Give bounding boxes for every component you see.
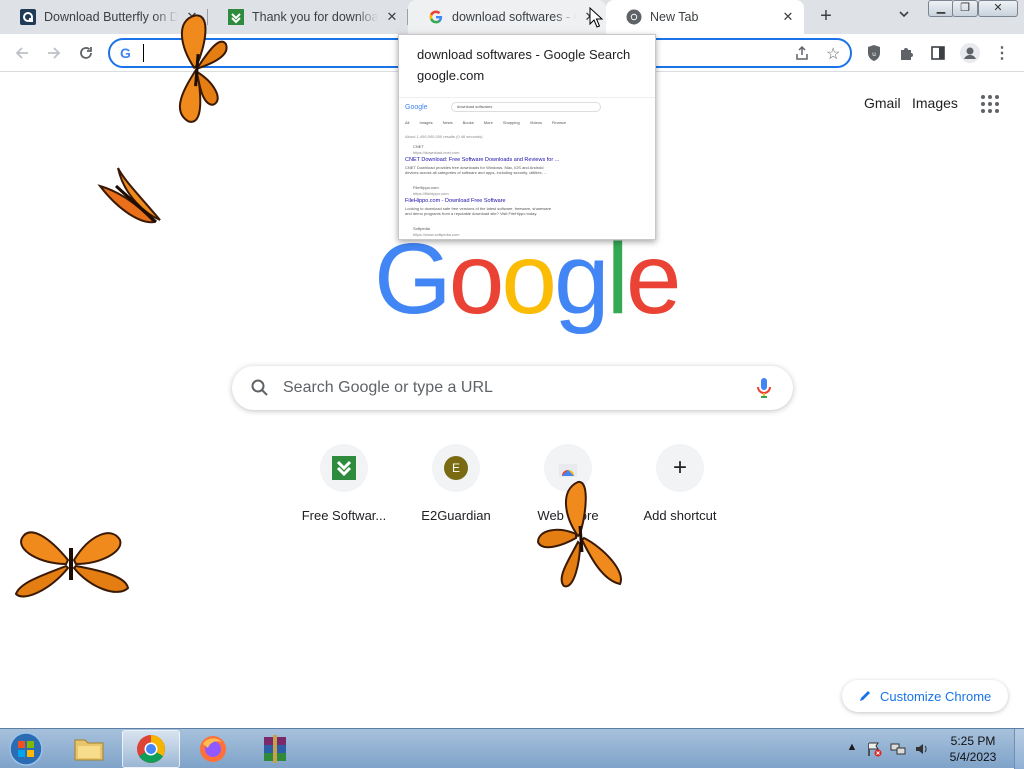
shortcut-label: Free Softwar... <box>301 508 387 523</box>
shortcut-free-software[interactable]: Free Softwar... <box>288 444 400 532</box>
preview-google-logo: Google <box>405 104 428 111</box>
preview-result-site: FileHippo.com <box>413 185 439 190</box>
preview-result-url: https://download.cnet.com <box>413 150 460 155</box>
back-button[interactable] <box>10 41 34 65</box>
side-panel-icon[interactable] <box>926 41 950 65</box>
google-apps-grid-icon[interactable] <box>981 95 999 113</box>
preview-stats: About 1,490,000,000 results (0.46 second… <box>405 134 483 139</box>
tab-thank-you[interactable]: Thank you for downloading ✕ <box>208 0 408 34</box>
windows-taskbar: ▲ 5:25 PM 5/4/2023 <box>0 728 1024 769</box>
butterfly-icon <box>97 167 161 224</box>
search-input[interactable] <box>283 377 743 399</box>
reload-icon <box>80 47 92 59</box>
preview-result-url: https://filehippo.com <box>413 191 449 196</box>
shortcut-label: E2Guardian <box>421 508 491 523</box>
tab-title: New Tab <box>650 10 699 24</box>
preview-result-title: CNET Download: Free Software Downloads a… <box>405 157 560 163</box>
winrar-icon <box>264 735 286 763</box>
tab-new-tab[interactable]: New Tab ✕ <box>606 0 804 34</box>
chrome-icon <box>626 9 642 25</box>
shortcut-add[interactable]: + Add shortcut <box>624 444 736 532</box>
google-g-icon: G <box>120 45 131 61</box>
tab-strip: Download Butterfly on Desktop ✕ Thank yo… <box>0 0 1024 34</box>
taskbar-explorer[interactable] <box>60 730 118 768</box>
letter-avatar-icon: E <box>444 456 468 480</box>
start-button[interactable] <box>4 730 48 768</box>
tab-preview-thumbnail: Google download softwares All Images News B… <box>399 97 655 239</box>
system-tray: ▲ 5:25 PM 5/4/2023 <box>838 729 1024 769</box>
butterfly-icon <box>536 481 622 588</box>
google-chrome-icon <box>137 735 165 763</box>
hover-card-title: download softwares - Google Search <box>417 47 631 62</box>
mouse-cursor-icon <box>589 7 603 28</box>
tab-search-chevron-icon[interactable] <box>894 7 914 27</box>
minimize-button[interactable]: ▁ <box>928 0 954 17</box>
google-logo: Google <box>374 224 681 334</box>
reload-button[interactable] <box>74 41 98 65</box>
green-download-icon <box>332 456 356 480</box>
show-desktop-button[interactable] <box>1014 729 1024 769</box>
clock-time: 5:25 PM <box>950 734 996 748</box>
butterfly-icon <box>178 14 228 123</box>
firefox-icon <box>200 736 226 762</box>
preview-result-site: Softpedia <box>413 226 430 231</box>
hover-card-domain: google.com <box>417 68 485 83</box>
plus-icon: + <box>672 454 687 481</box>
forward-button[interactable] <box>42 41 66 65</box>
arrow-right-icon <box>48 47 61 59</box>
windows-logo-icon <box>9 732 43 766</box>
search-icon <box>251 379 268 396</box>
close-tab-icon[interactable]: ✕ <box>384 9 400 25</box>
folder-icon <box>74 739 104 761</box>
search-box[interactable] <box>232 366 793 410</box>
preview-filters: All Images News Books More Shopping Videos Fina… <box>405 120 567 125</box>
tab-title: download softwares - Google Search <box>452 10 576 24</box>
images-link[interactable]: Images <box>912 95 958 111</box>
taskbar-winrar[interactable] <box>246 730 304 768</box>
preview-query: download softwares <box>457 104 493 109</box>
shortcut-e2guardian[interactable]: E E2Guardian <box>400 444 512 532</box>
ublock-extension-icon[interactable]: u <box>862 41 886 65</box>
menu-kebab-icon[interactable]: ⋮ <box>990 41 1014 65</box>
bookmark-star-icon[interactable]: ☆ <box>826 44 840 64</box>
preview-result-snippet: Looking to download safe free versions o… <box>405 206 552 216</box>
taskbar-firefox[interactable] <box>184 730 242 768</box>
restore-button[interactable]: ❐ <box>952 0 978 17</box>
gmail-link[interactable]: Gmail <box>864 95 901 111</box>
clock-date: 5/4/2023 <box>949 750 997 764</box>
network-icon[interactable] <box>890 741 906 757</box>
close-window-button[interactable]: ✕ <box>978 0 1018 17</box>
profile-avatar-icon[interactable] <box>958 41 982 65</box>
preview-result-url: https://www.softpedia.com <box>413 232 460 237</box>
new-tab-button[interactable]: + <box>814 5 838 29</box>
preview-result-snippet: CNET Download provides free downloads fo… <box>405 165 547 175</box>
share-icon[interactable] <box>794 45 810 66</box>
svg-text:u: u <box>872 51 876 58</box>
close-tab-icon[interactable]: ✕ <box>780 9 796 25</box>
butterfly-icon <box>14 531 130 598</box>
volume-icon[interactable] <box>914 741 930 757</box>
taskbar-chrome[interactable] <box>122 730 180 768</box>
system-clock[interactable]: 5:25 PM 5/4/2023 <box>938 733 1008 765</box>
customize-label: Customize Chrome <box>880 688 992 704</box>
show-hidden-icons-chevron-icon[interactable]: ▲ <box>844 741 860 757</box>
tab-google-search[interactable]: download softwares - Google Search ✕ <box>408 0 606 34</box>
arrow-left-icon <box>15 47 28 59</box>
microphone-icon[interactable] <box>754 376 774 400</box>
preview-result-site: CNET <box>413 144 424 149</box>
tab-title: Thank you for downloading <box>252 10 378 24</box>
shortcut-label: Add shortcut <box>643 508 717 523</box>
tab-hover-card: download softwares - Google Search googl… <box>398 34 656 240</box>
customize-chrome-button[interactable]: Customize Chrome <box>842 680 1008 712</box>
pencil-icon <box>860 691 870 701</box>
google-g-icon <box>428 9 444 25</box>
qr-site-icon <box>20 9 36 25</box>
extensions-puzzle-icon[interactable] <box>894 41 918 65</box>
preview-result-title: FileHippo.com - Download Free Software <box>405 198 506 204</box>
action-center-flag-icon[interactable] <box>866 741 882 757</box>
